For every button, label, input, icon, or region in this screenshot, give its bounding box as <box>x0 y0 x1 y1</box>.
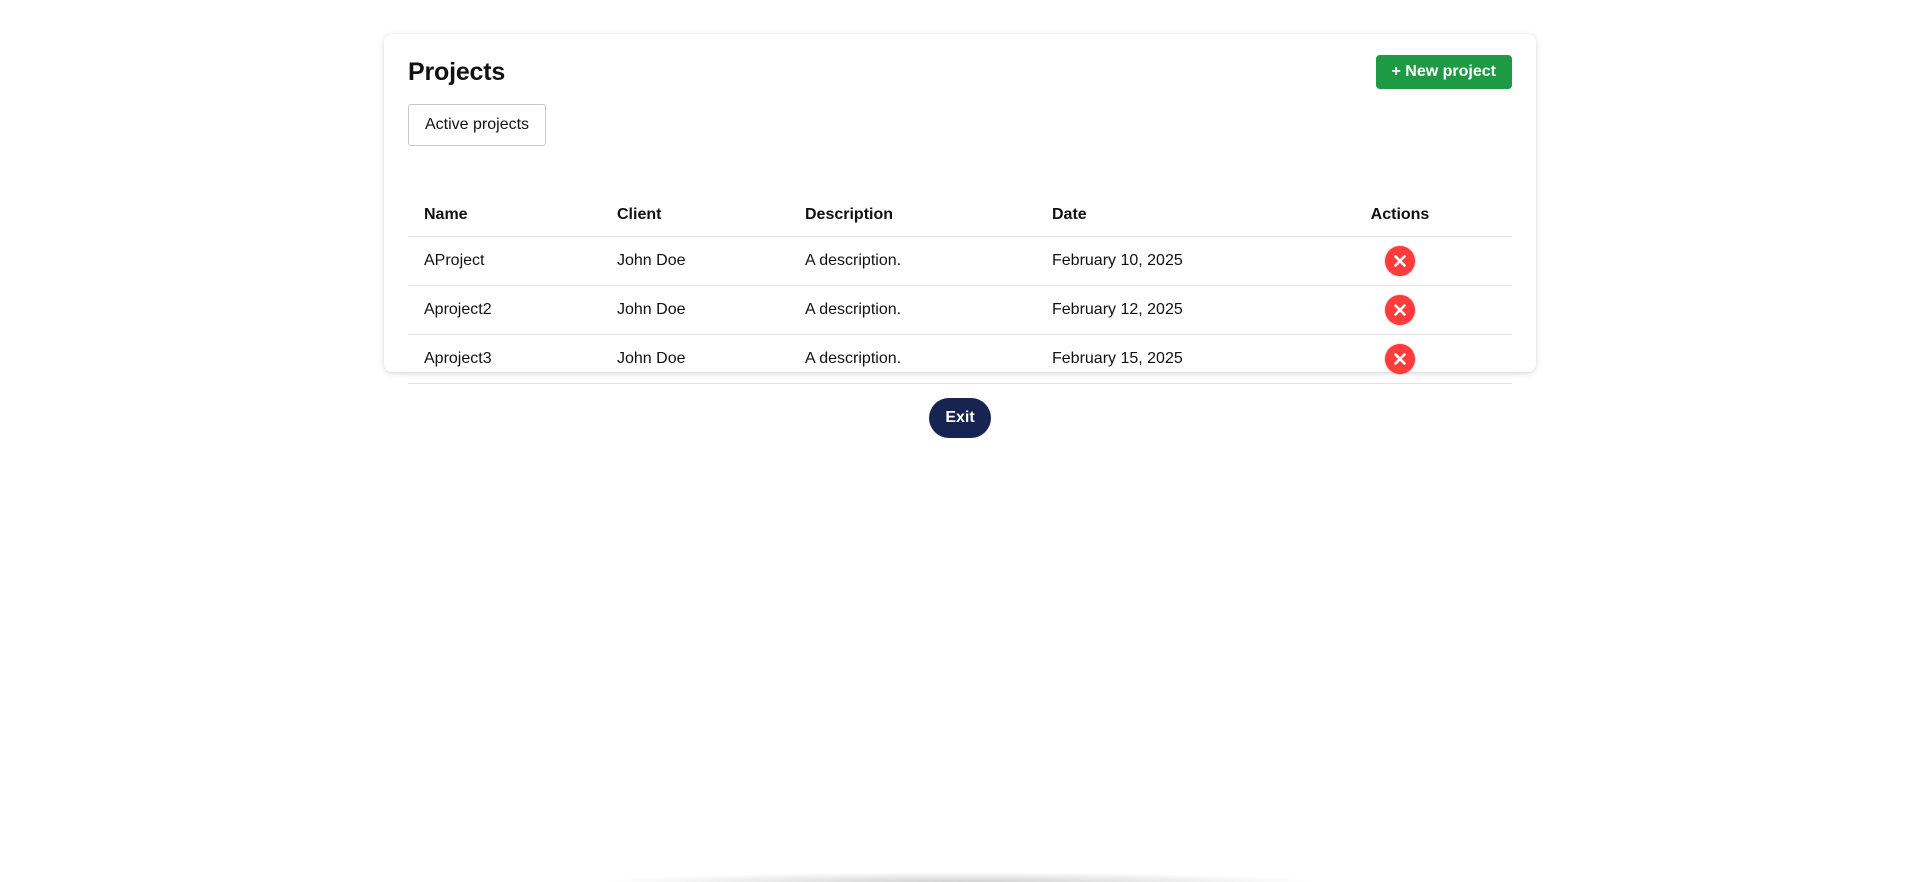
delete-project-button[interactable] <box>1385 294 1415 325</box>
project-name-cell: Aproject2 <box>408 285 601 335</box>
projects-card: Projects + New project Active projects N… <box>384 34 1536 384</box>
project-actions-cell <box>1288 334 1512 384</box>
delete-x-icon <box>1394 303 1406 316</box>
page-title: Projects <box>408 57 506 86</box>
project-name-cell: AProject <box>408 236 601 286</box>
delete-x-icon <box>1394 352 1406 365</box>
new-project-button[interactable]: + New project <box>1375 55 1512 89</box>
column-header-date: Date <box>1036 194 1288 237</box>
bottom-shadow <box>600 872 1320 882</box>
project-description-cell: A description. <box>789 334 1036 384</box>
projects-table: Name Client Description Date Actions APr… <box>408 194 1512 384</box>
project-actions-cell <box>1288 285 1512 335</box>
project-description-cell: A description. <box>789 236 1036 286</box>
column-header-actions: Actions <box>1288 194 1512 237</box>
project-date-cell: February 12, 2025 <box>1036 285 1288 335</box>
table-row: Aproject3 John Doe A description. Februa… <box>408 334 1512 384</box>
project-date-cell: February 10, 2025 <box>1036 236 1288 286</box>
page: Projects + New project Active projects N… <box>0 0 1920 882</box>
project-client-cell: John Doe <box>601 236 789 286</box>
delete-project-button[interactable] <box>1385 343 1415 374</box>
project-date-cell: February 15, 2025 <box>1036 334 1288 384</box>
project-description-cell: A description. <box>789 285 1036 335</box>
project-name-cell: Aproject3 <box>408 334 601 384</box>
delete-x-icon <box>1394 254 1406 267</box>
column-header-name: Name <box>408 194 601 237</box>
table-row: AProject John Doe A description. Februar… <box>408 236 1512 286</box>
column-header-client: Client <box>601 194 789 237</box>
card-header: Projects + New project <box>408 54 1512 90</box>
project-client-cell: John Doe <box>601 285 789 335</box>
delete-project-button[interactable] <box>1385 245 1415 276</box>
column-header-description: Description <box>789 194 1036 237</box>
table-row: Aproject2 John Doe A description. Februa… <box>408 285 1512 335</box>
exit-button[interactable]: Exit <box>929 398 991 438</box>
table-header-row: Name Client Description Date Actions <box>408 194 1512 237</box>
project-client-cell: John Doe <box>601 334 789 384</box>
active-projects-filter-button[interactable]: Active projects <box>408 104 547 146</box>
project-actions-cell <box>1288 236 1512 286</box>
